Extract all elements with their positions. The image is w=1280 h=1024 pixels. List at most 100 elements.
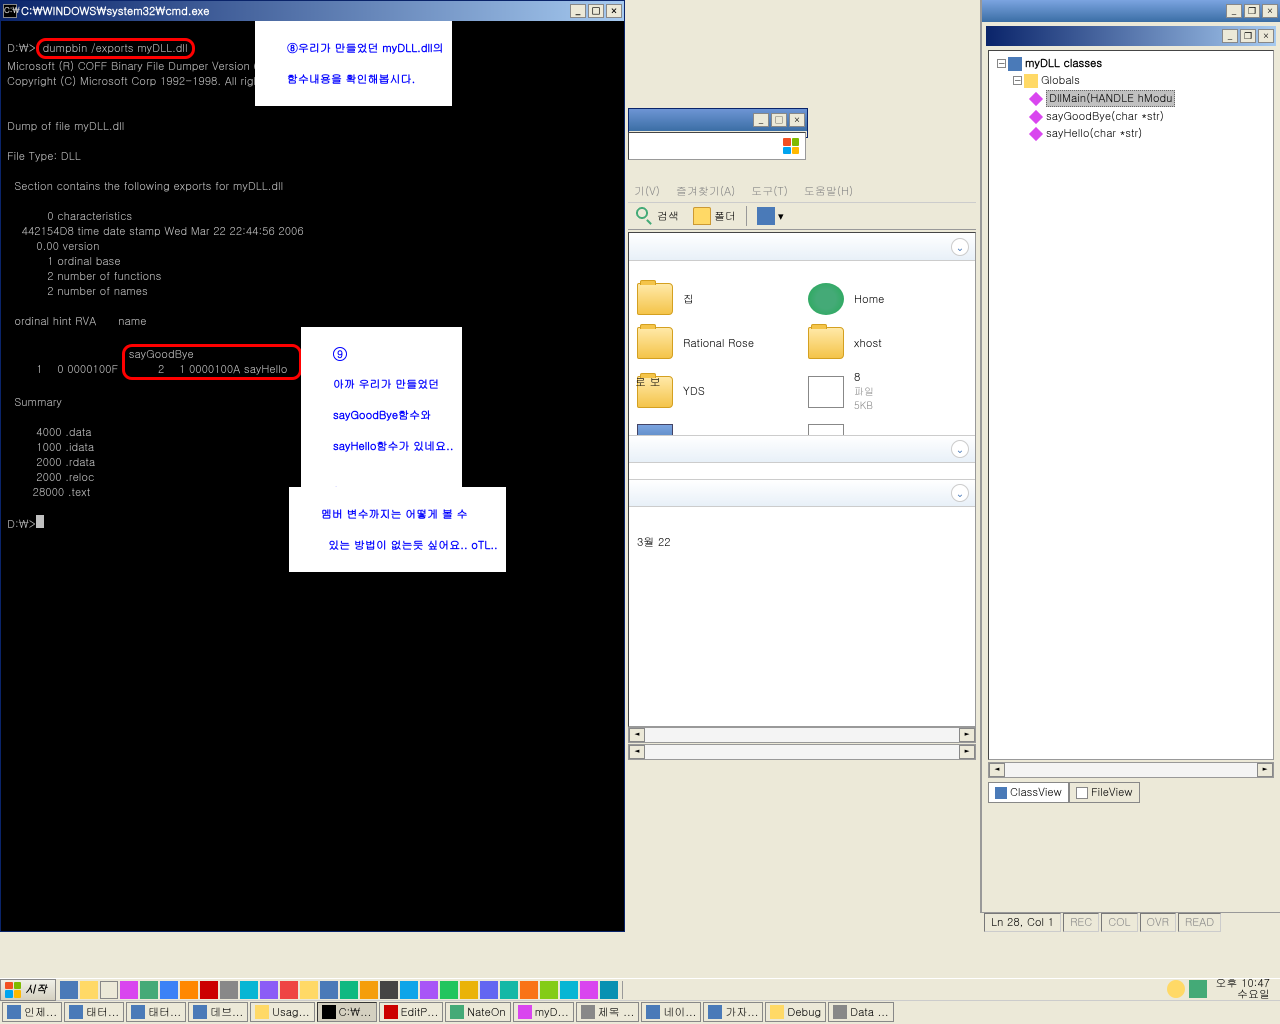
class-tree-panel[interactable]: − myDLL classes − Globals DllMain(HANDLE… [988, 50, 1274, 760]
ql-app-icon[interactable] [460, 981, 478, 999]
clock[interactable]: 오후 10:47 수요일 [1211, 978, 1274, 1000]
ql-app-icon[interactable] [400, 981, 418, 999]
tray-icon[interactable] [1167, 980, 1185, 998]
ql-app-icon[interactable] [280, 981, 298, 999]
minimize-button[interactable]: _ [570, 4, 586, 18]
ql-app-icon[interactable] [500, 981, 518, 999]
scroll-track[interactable] [1005, 763, 1257, 777]
ql-app-icon[interactable] [160, 981, 178, 999]
scroll-track[interactable] [645, 745, 959, 759]
ql-app-icon[interactable] [300, 981, 318, 999]
task-button[interactable]: 태터... [64, 1002, 124, 1022]
tab-classview[interactable]: ClassView [988, 782, 1069, 803]
scroll-right-button[interactable]: ► [959, 728, 975, 742]
explorer-titlebar[interactable]: _ □ × [629, 109, 807, 131]
task-button[interactable]: Debug [765, 1002, 826, 1022]
explorer-hscroll[interactable]: ◄ ► [628, 727, 976, 743]
ide-inner-titlebar[interactable]: _ ❐ × [986, 26, 1276, 46]
tree-scrollbar[interactable]: ◄ ► [988, 762, 1274, 778]
search-button[interactable]: 검색 [632, 205, 683, 227]
task-button[interactable]: NateOn [445, 1002, 510, 1022]
task-button[interactable]: Data ... [828, 1002, 893, 1022]
minimize-button[interactable]: _ [753, 113, 769, 127]
scroll-track[interactable] [645, 728, 959, 742]
ql-app-icon[interactable] [340, 981, 358, 999]
scroll-left-button[interactable]: ◄ [629, 728, 645, 742]
tree-globals[interactable]: − Globals [993, 72, 1269, 89]
menu-help[interactable]: 도움말(H) [804, 184, 853, 199]
task-button[interactable]: 제목 ... [576, 1002, 640, 1022]
tree-function-dllmain[interactable]: DllMain(HANDLE hModu [993, 89, 1269, 108]
maximize-button[interactable]: □ [771, 113, 787, 127]
ql-app-icon[interactable] [240, 981, 258, 999]
ql-app-icon[interactable] [520, 981, 538, 999]
folder-item[interactable]: Rational Rose [633, 325, 800, 361]
ql-app-icon[interactable] [600, 981, 618, 999]
collapse-icon[interactable]: − [997, 59, 1006, 68]
ql-explorer-icon[interactable] [80, 981, 98, 999]
views-button[interactable]: ▾ [753, 205, 788, 227]
tree-function-saygoodbye[interactable]: sayGoodBye(char *str) [993, 108, 1269, 125]
ql-app-icon[interactable] [540, 981, 558, 999]
ql-app-icon[interactable] [420, 981, 438, 999]
folder-item[interactable]: xhost [804, 325, 971, 361]
ide-titlebar[interactable]: _ ❐ × [982, 0, 1280, 22]
folder-item[interactable]: Home [804, 281, 971, 317]
ql-app-icon[interactable] [360, 981, 378, 999]
scroll-left-button[interactable]: ◄ [989, 763, 1005, 777]
tray-icon[interactable] [1189, 980, 1207, 998]
ql-app-icon[interactable] [180, 981, 198, 999]
task-button[interactable]: Usag... [250, 1002, 314, 1022]
ql-app-icon[interactable] [320, 981, 338, 999]
ql-app-icon[interactable] [380, 981, 398, 999]
menu-view[interactable]: 기(V) [634, 184, 660, 199]
ide-hscroll[interactable]: ◄ ► [628, 744, 976, 760]
ql-app-icon[interactable] [120, 981, 138, 999]
ql-app-icon[interactable] [480, 981, 498, 999]
task-button[interactable]: 태터... [126, 1002, 186, 1022]
task-button[interactable]: 가자... [703, 1002, 763, 1022]
cmd-titlebar[interactable]: C:\ C:\WINDOWS\system32\cmd.exe _ □ × [1, 1, 624, 21]
ql-app-icon[interactable] [140, 981, 158, 999]
pane-group-header[interactable]: ⌄ [629, 479, 975, 507]
minimize-button[interactable]: _ [1226, 4, 1242, 18]
task-button[interactable]: EditP... [379, 1002, 444, 1022]
chevron-down-icon[interactable]: ⌄ [951, 484, 969, 502]
maximize-button[interactable]: ❐ [1244, 4, 1260, 18]
explorer-file-pane[interactable]: ⌄ 집 Home Rational Rose xhost YDS 8파일5KB … [628, 232, 976, 727]
tree-function-sayhello[interactable]: sayHello(char *str) [993, 125, 1269, 142]
file-item[interactable]: 8파일5KB [804, 369, 971, 414]
task-button[interactable]: 데브... [188, 1002, 248, 1022]
close-button[interactable]: × [789, 113, 805, 127]
menu-tools[interactable]: 도구(T) [751, 184, 788, 199]
task-button[interactable]: 인제... [2, 1002, 62, 1022]
ql-app-icon[interactable] [440, 981, 458, 999]
scroll-right-button[interactable]: ► [1257, 763, 1273, 777]
restore-button[interactable]: ❐ [1240, 29, 1256, 43]
pane-group-header[interactable]: ⌄ [629, 435, 975, 463]
pane-group-header[interactable]: ⌄ [629, 233, 975, 261]
close-button[interactable]: × [1258, 29, 1274, 43]
menu-favorites[interactable]: 즐겨찾기(A) [676, 184, 735, 199]
task-button[interactable]: 네이... [641, 1002, 701, 1022]
ql-desktop-icon[interactable] [100, 981, 118, 999]
task-button-cmd[interactable]: C:\... [317, 1002, 377, 1022]
ql-app-icon[interactable] [260, 981, 278, 999]
ql-app-icon[interactable] [560, 981, 578, 999]
folder-item[interactable]: 집 [633, 281, 800, 317]
scroll-left-button[interactable]: ◄ [629, 745, 645, 759]
scroll-right-button[interactable]: ► [959, 745, 975, 759]
task-button[interactable]: myD... [513, 1002, 574, 1022]
close-button[interactable]: × [1262, 4, 1278, 18]
close-button[interactable]: × [606, 4, 622, 18]
minimize-button[interactable]: _ [1222, 29, 1238, 43]
chevron-down-icon[interactable]: ⌄ [951, 440, 969, 458]
start-button[interactable]: 시작 [0, 979, 56, 1001]
ql-app-icon[interactable] [200, 981, 218, 999]
maximize-button[interactable]: □ [588, 4, 604, 18]
folders-button[interactable]: 폴더 [689, 205, 740, 227]
chevron-down-icon[interactable]: ⌄ [951, 238, 969, 256]
ql-ie-icon[interactable] [60, 981, 78, 999]
ql-app-icon[interactable] [220, 981, 238, 999]
tree-root[interactable]: − myDLL classes [993, 55, 1269, 72]
